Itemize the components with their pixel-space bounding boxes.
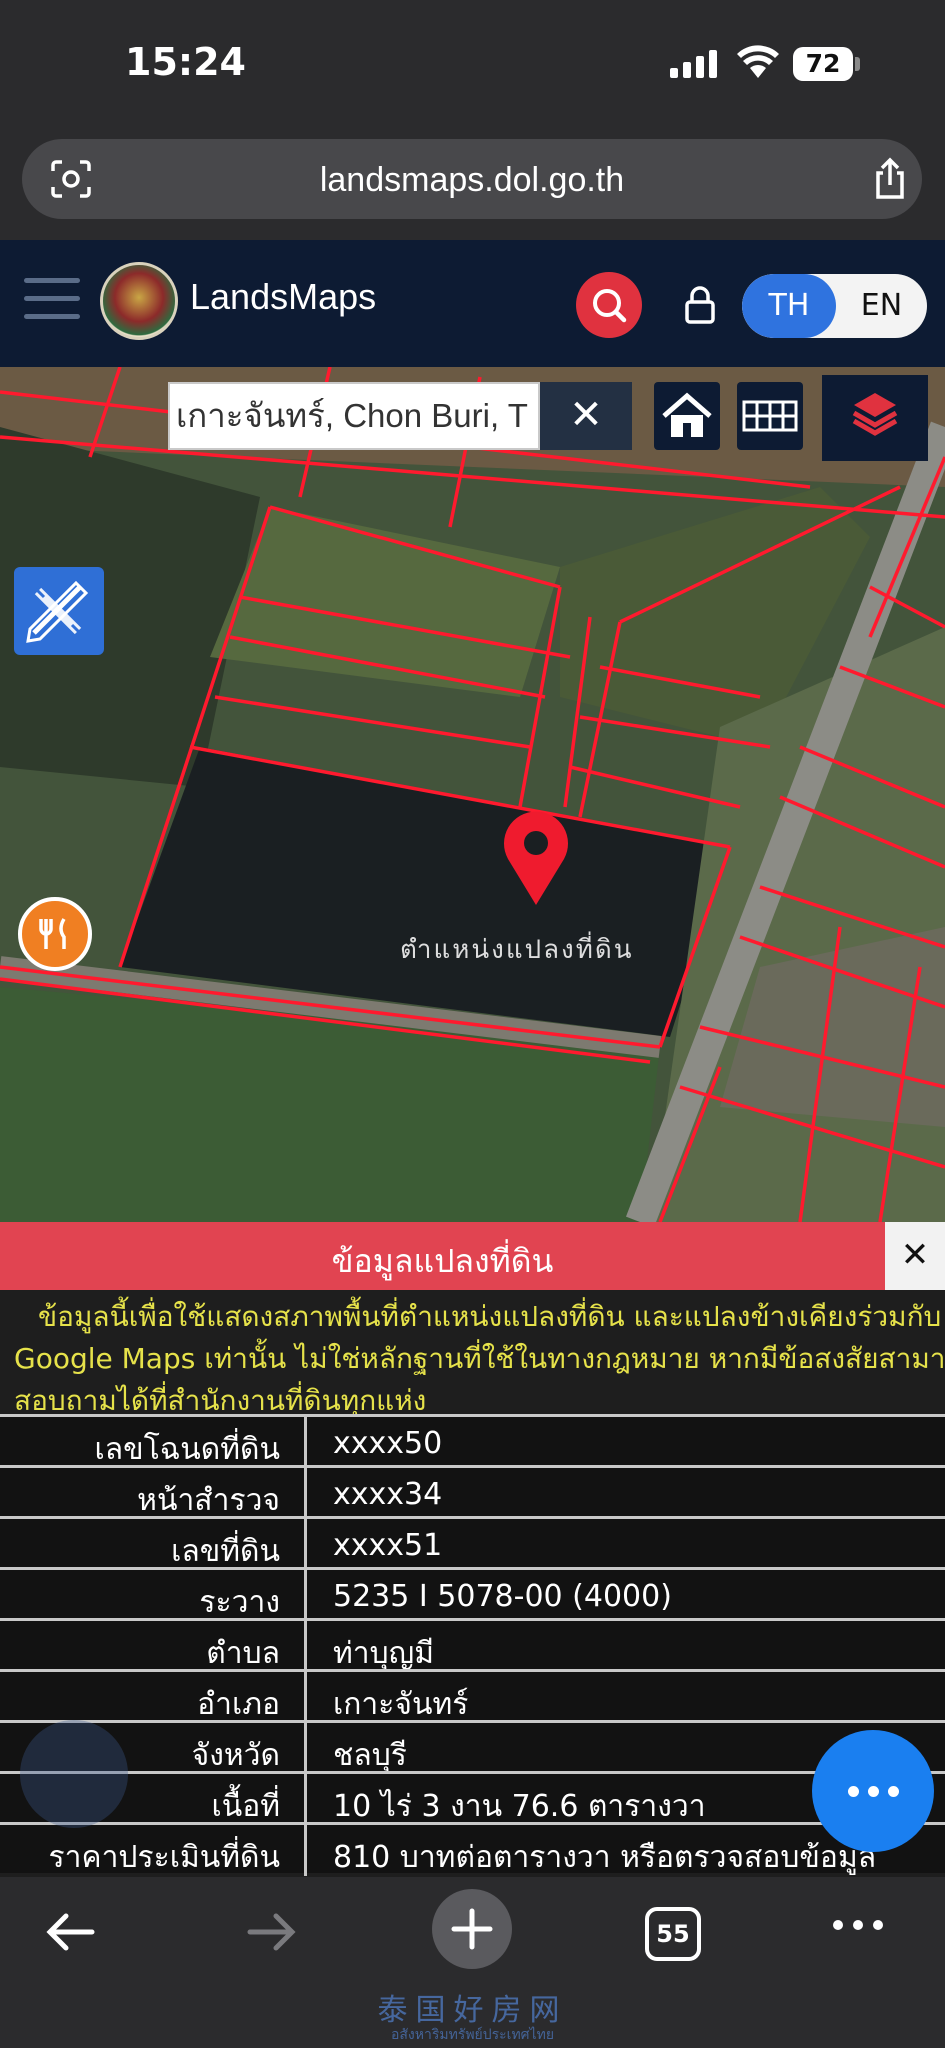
- column-divider: [304, 1519, 307, 1570]
- location-pin-icon[interactable]: [498, 807, 574, 907]
- parcel-info-table: เลขโฉนดที่ดิน xxxx50 หน้าสำรวจ xxxx34 เล…: [0, 1414, 945, 1876]
- share-icon[interactable]: [870, 157, 910, 201]
- browser-url-area: landsmaps.dol.go.th: [0, 125, 945, 240]
- lock-icon[interactable]: [680, 284, 720, 326]
- arrow-left-icon[interactable]: [40, 1907, 100, 1957]
- row-label: ราคาประเมินที่ดิน: [48, 1840, 280, 1875]
- row-value: xxxx51: [333, 1528, 443, 1563]
- lang-en-button[interactable]: EN: [836, 274, 927, 338]
- battery-indicator: 72: [793, 47, 853, 81]
- table-row-survey-page: หน้าสำรวจ xxxx34: [0, 1465, 945, 1519]
- url-text: landsmaps.dol.go.th: [319, 161, 625, 199]
- column-divider: [304, 1825, 307, 1876]
- column-divider: [304, 1468, 307, 1519]
- tab-count-button[interactable]: 55: [645, 1907, 701, 1961]
- grid-icon: [742, 400, 798, 432]
- app-brand: LandsMaps: [190, 276, 377, 317]
- column-divider: [304, 1774, 307, 1825]
- home-icon: [662, 392, 712, 437]
- column-divider: [304, 1417, 307, 1468]
- disclaimer-line: Google Maps เท่านั้น ไม่ใช่หลักฐานที่ใช้…: [14, 1342, 945, 1375]
- ruler-pencil-icon: [26, 580, 89, 643]
- row-value: xxxx50: [333, 1426, 443, 1461]
- lang-th-button[interactable]: TH: [742, 274, 836, 338]
- status-time: 15:24: [125, 40, 246, 84]
- table-row-map-sheet: ระวาง 5235 I 5078-00 (4000): [0, 1567, 945, 1621]
- language-toggle: TH EN: [742, 274, 927, 338]
- table-row-appraised-price: ราคาประเมินที่ดิน 810 บาทต่อตารางวา หรือ…: [0, 1822, 945, 1876]
- table-row-district: อำเภอ เกาะจันทร์: [0, 1669, 945, 1723]
- disclaimer-text: ข้อมูลนี้เพื่อใช้แสดงสภาพพื้นที่ตำแหน่งแ…: [14, 1296, 945, 1422]
- more-icon[interactable]: [830, 1915, 886, 1935]
- satellite-map[interactable]: เกาะจันทร์, Chon Buri, T ✕ ตำแหน่งแปลงที…: [0, 367, 945, 1222]
- department-seal-logo: [100, 262, 178, 340]
- clear-search-button[interactable]: ✕: [540, 382, 632, 450]
- close-panel-button[interactable]: ✕: [885, 1222, 945, 1290]
- plus-icon: [451, 1908, 493, 1950]
- watermark-title: 泰国好房网: [377, 1993, 568, 2028]
- row-value: xxxx34: [333, 1477, 443, 1512]
- draw-tools-button[interactable]: [14, 567, 104, 655]
- app-header: LandsMaps TH EN: [0, 240, 945, 367]
- disclaimer-line: ข้อมูลนี้เพื่อใช้แสดงสภาพพื้นที่ตำแหน่งแ…: [38, 1300, 942, 1333]
- panel-title: ข้อมูลแปลงที่ดิน: [331, 1242, 554, 1280]
- restaurant-icon[interactable]: [18, 897, 92, 971]
- watermark-subtitle: อสังหาริมทรัพย์ประเทศไทย: [390, 2027, 555, 2043]
- table-row-area: เนื้อที่ 10 ไร่ 3 งาน 76.6 ตารางวา: [0, 1771, 945, 1825]
- location-search-input[interactable]: เกาะจันทร์, Chon Buri, T: [168, 382, 540, 450]
- table-row-province: จังหวัด ชลบุรี: [0, 1720, 945, 1774]
- row-value: 5235 I 5078-00 (4000): [333, 1579, 672, 1614]
- search-button[interactable]: [576, 272, 642, 338]
- table-row-subdistrict: ตำบล ท่าบุญมี: [0, 1618, 945, 1672]
- column-divider: [304, 1672, 307, 1723]
- arrow-right-icon[interactable]: [242, 1907, 302, 1957]
- layers-icon: [852, 393, 898, 436]
- pin-label: ตำแหน่งแปลงที่ดิน: [400, 935, 634, 965]
- home-button[interactable]: [654, 382, 720, 450]
- wifi-icon: [737, 45, 779, 78]
- parcel-info-panel: ข้อมูลแปลงที่ดิน ✕ ข้อมูลนี้เพื่อใช้แสดง…: [0, 1222, 945, 1877]
- new-tab-button[interactable]: [432, 1889, 512, 1969]
- row-value: 810 บาทต่อตารางวา หรือตรวจสอบข้อมูล: [333, 1840, 877, 1875]
- panel-header: ข้อมูลแปลงที่ดิน ✕: [0, 1222, 945, 1290]
- map-terrain: [0, 367, 945, 1222]
- info-icon[interactable]: [20, 1720, 128, 1828]
- column-divider: [304, 1621, 307, 1672]
- table-row-deed-number: เลขโฉนดที่ดิน xxxx50: [0, 1414, 945, 1468]
- more-options-button[interactable]: [812, 1730, 934, 1852]
- cellular-signal-icon: [670, 48, 717, 78]
- column-divider: [304, 1723, 307, 1774]
- page: 15:24 72 landsmaps.dol.go.th LandsMaps T…: [0, 0, 945, 2048]
- battery-tip: [855, 57, 860, 71]
- url-bar[interactable]: landsmaps.dol.go.th: [22, 139, 922, 219]
- hamburger-menu-icon[interactable]: [24, 278, 80, 324]
- grid-button[interactable]: [737, 382, 803, 450]
- layers-button[interactable]: [822, 375, 928, 461]
- search-icon: [593, 289, 627, 323]
- status-bar: 15:24 72: [0, 0, 945, 125]
- fork-knife-icon: [39, 918, 66, 949]
- table-row-land-number: เลขที่ดิน xxxx51: [0, 1516, 945, 1570]
- column-divider: [304, 1570, 307, 1621]
